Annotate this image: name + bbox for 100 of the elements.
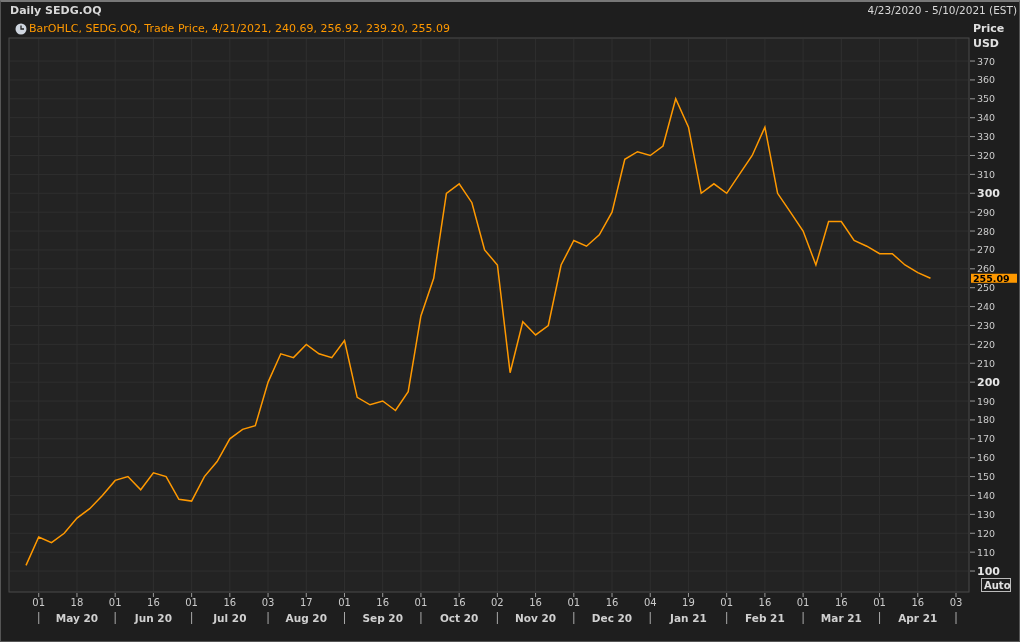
month-label: Dec 20 bbox=[591, 612, 633, 624]
axis-label: 320 bbox=[977, 150, 996, 161]
axis-label: 01 bbox=[32, 597, 46, 608]
tick-mark bbox=[764, 592, 766, 598]
axis-label: 350 bbox=[977, 93, 996, 105]
axis-label: 17 bbox=[299, 597, 313, 608]
axis-label: 03 bbox=[949, 597, 963, 608]
axis-label: 310 bbox=[977, 168, 996, 180]
month-label: Mar 21 bbox=[820, 612, 862, 624]
axis-label: 16 bbox=[452, 597, 466, 608]
axis-label: 16 bbox=[376, 597, 390, 608]
axis-label: 260 bbox=[977, 263, 996, 275]
tick-mark bbox=[969, 457, 976, 459]
axis-label: 130 bbox=[977, 508, 996, 520]
tick-mark bbox=[267, 592, 269, 598]
month-label: Nov 20 bbox=[515, 612, 557, 624]
axis-label: 120 bbox=[977, 527, 996, 539]
axis-label: 220 bbox=[977, 338, 996, 350]
tick-mark bbox=[969, 155, 976, 156]
tick-mark bbox=[969, 362, 976, 364]
month-label: Feb 21 bbox=[745, 612, 785, 624]
clock-icon[interactable] bbox=[15, 22, 27, 35]
axis-label: 16 bbox=[223, 597, 237, 608]
tick-mark bbox=[969, 192, 976, 194]
axis-label: 04 bbox=[643, 597, 657, 608]
axis-label: 01 bbox=[873, 597, 886, 608]
axis-label: 230 bbox=[977, 320, 996, 331]
tick-mark bbox=[38, 592, 40, 598]
tick-mark bbox=[969, 495, 976, 496]
axis-label: 210 bbox=[977, 357, 996, 369]
tick-mark bbox=[969, 570, 976, 572]
axis-label: 01 bbox=[567, 597, 581, 608]
tick-mark bbox=[573, 592, 575, 598]
tick-mark bbox=[917, 592, 919, 598]
axis-label: 01 bbox=[414, 597, 428, 608]
axis-label: 01 bbox=[185, 597, 198, 608]
axis-label: 240 bbox=[977, 301, 996, 313]
tick-mark bbox=[191, 592, 193, 598]
auto-button[interactable]: Auto bbox=[981, 578, 1011, 592]
tick-mark bbox=[969, 513, 976, 515]
tick-mark bbox=[969, 98, 976, 100]
tick-mark bbox=[969, 268, 976, 270]
month-label: Jul 20 bbox=[213, 612, 247, 624]
tick-mark bbox=[969, 117, 976, 119]
tick-mark bbox=[969, 136, 976, 138]
axis-label: 01 bbox=[338, 597, 351, 608]
tick-mark bbox=[840, 592, 842, 598]
axis-label: 16 bbox=[605, 597, 619, 608]
axis-label: 190 bbox=[977, 395, 996, 407]
tick-mark bbox=[969, 249, 976, 251]
tick-mark bbox=[969, 438, 976, 440]
tick-mark bbox=[969, 551, 976, 553]
axis-label: 100 bbox=[977, 564, 1000, 578]
tick-mark bbox=[229, 592, 231, 598]
axis-title: Price bbox=[973, 22, 1005, 35]
tick-mark bbox=[969, 381, 976, 383]
chart-title: Daily SEDG.OQ bbox=[10, 3, 102, 17]
tick-mark bbox=[969, 79, 976, 81]
tick-mark bbox=[802, 592, 804, 598]
tick-mark bbox=[969, 532, 976, 534]
tick-mark bbox=[535, 592, 537, 598]
month-label: Apr 21 bbox=[898, 612, 938, 624]
month-label: Jan 21 bbox=[670, 612, 707, 624]
axis-label: 01 bbox=[720, 597, 734, 608]
month-label: May 20 bbox=[55, 612, 99, 624]
tick-mark bbox=[114, 592, 116, 598]
tick-mark bbox=[969, 325, 976, 326]
axis-label: 150 bbox=[977, 471, 996, 483]
tick-mark bbox=[382, 592, 384, 598]
axis-label: 180 bbox=[977, 414, 996, 426]
tick-mark bbox=[496, 592, 498, 598]
axis-label: 18 bbox=[70, 597, 84, 608]
axis-label: 110 bbox=[977, 546, 996, 558]
tick-mark bbox=[969, 419, 976, 421]
axis-label: 360 bbox=[977, 74, 996, 86]
axis-label: 370 bbox=[977, 55, 996, 67]
tick-mark bbox=[305, 592, 307, 598]
axis-label: 02 bbox=[491, 597, 504, 608]
axis-label: 140 bbox=[977, 490, 996, 501]
axis-label: 340 bbox=[977, 112, 996, 124]
axis-label: 16 bbox=[911, 597, 925, 608]
axis-label: 16 bbox=[147, 597, 160, 608]
series-legend: BarOHLC, SEDG.OQ, Trade Price, 4/21/2021, 240.69, 256.92, 239.20, 255.09 bbox=[29, 22, 451, 35]
date-range: 4/23/2020 - 5/10/2021 (EST) bbox=[867, 4, 1017, 16]
last-price-badge: 255.09 bbox=[971, 272, 1017, 284]
axis-label: 19 bbox=[682, 597, 695, 608]
tick-mark bbox=[969, 60, 976, 62]
tick-mark bbox=[969, 287, 976, 289]
month-label: Sep 20 bbox=[362, 612, 403, 624]
month-label: Aug 20 bbox=[285, 612, 327, 624]
axis-unit: USD bbox=[973, 37, 999, 50]
tick-mark bbox=[969, 476, 976, 478]
tick-mark bbox=[420, 592, 422, 598]
axis-label: 170 bbox=[977, 433, 996, 445]
axis-label: 16 bbox=[758, 597, 772, 608]
axis-label: 160 bbox=[977, 452, 996, 464]
tick-mark bbox=[687, 592, 689, 598]
tick-mark bbox=[955, 592, 957, 598]
tick-mark bbox=[649, 592, 651, 598]
axis-label: 16 bbox=[835, 597, 848, 608]
